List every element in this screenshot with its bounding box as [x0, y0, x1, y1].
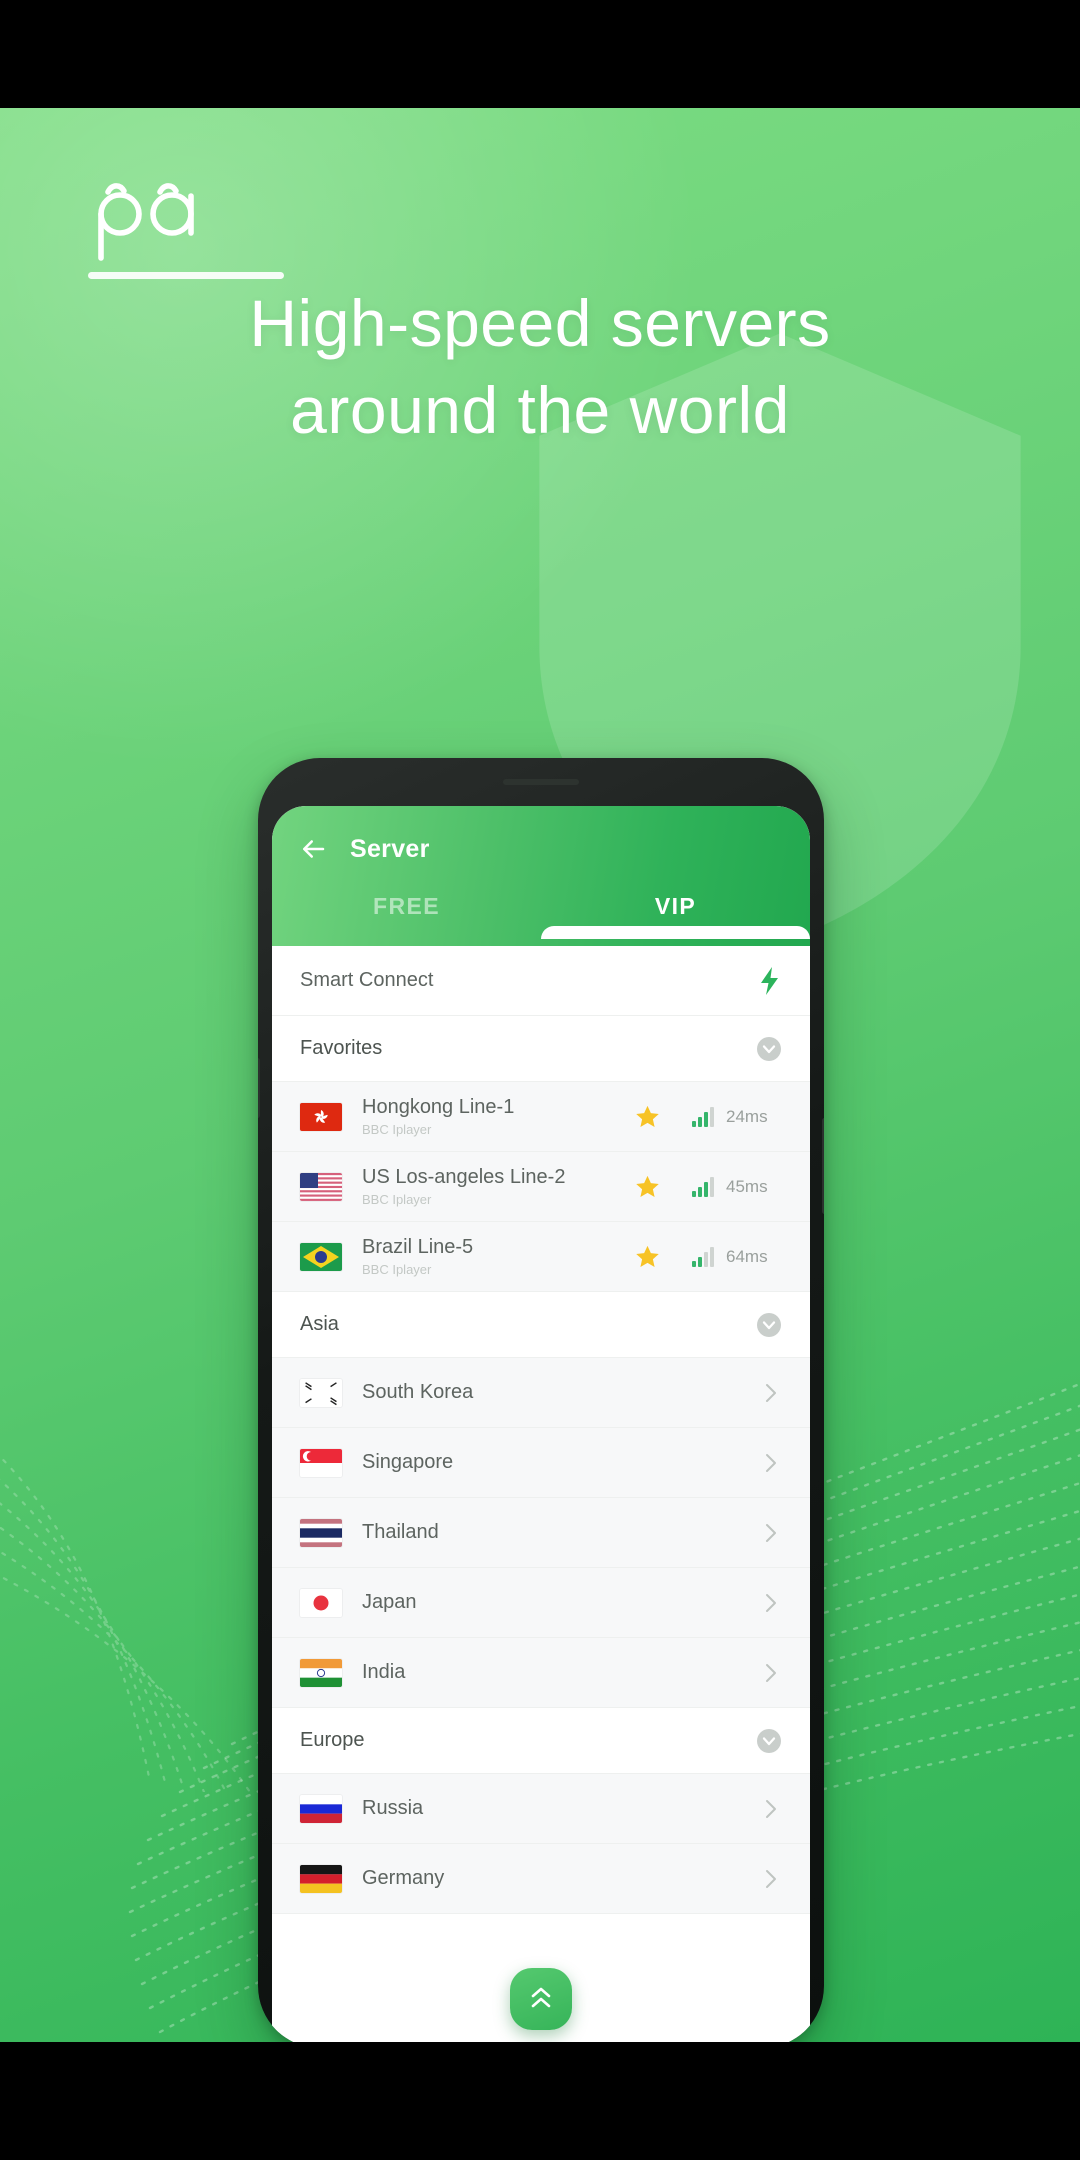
star-filled-icon[interactable] [634, 1173, 661, 1200]
us-flag [300, 1172, 342, 1201]
chevron-down-circle-icon[interactable] [756, 1036, 782, 1062]
singapore-flag [300, 1448, 342, 1477]
app-header: Server FREE VIP [272, 806, 810, 946]
tab-vip-label: VIP [654, 893, 697, 919]
country-name: Japan [362, 1591, 417, 1613]
page-title: High-speed servers around the world [0, 280, 1080, 454]
section-header-asia[interactable]: Asia [272, 1292, 810, 1358]
chevron-right-icon [766, 1383, 776, 1402]
star-filled-icon[interactable] [634, 1243, 661, 1270]
country-name: Thailand [362, 1521, 439, 1543]
chevron-down-circle-icon[interactable] [756, 1312, 782, 1338]
double-chevron-up-icon [531, 1987, 551, 2008]
russia-flag [300, 1794, 342, 1823]
server-text-block: Hongkong Line-1 BBC Iplayer [362, 1096, 634, 1137]
signal-bars-icon [692, 1176, 714, 1197]
tab-free-label: FREE [373, 893, 440, 919]
server-subtitle: BBC Iplayer [362, 1122, 432, 1137]
server-text-block: US Los-angeles Line-2 BBC Iplayer [362, 1166, 634, 1207]
brazil-flag [300, 1242, 342, 1271]
chevron-right-icon [766, 1869, 776, 1888]
country-name: India [362, 1661, 406, 1683]
section-header-europe[interactable]: Europe [272, 1708, 810, 1774]
list-item[interactable]: Germany [272, 1844, 810, 1914]
section-title-favorites: Favorites [300, 1037, 383, 1059]
promo-poster-background: High-speed servers around the world Serv… [0, 108, 1080, 2042]
list-item[interactable]: Russia [272, 1774, 810, 1844]
star-filled-icon[interactable] [634, 1103, 661, 1130]
table-row[interactable]: Hongkong Line-1 BBC Iplayer 24ms [272, 1082, 810, 1152]
country-name: Russia [362, 1797, 424, 1819]
lightning-bolt-icon [761, 966, 778, 995]
chevron-down-circle-icon[interactable] [756, 1728, 782, 1754]
chevron-right-icon [766, 1663, 776, 1682]
country-name: Germany [362, 1867, 445, 1889]
chevron-right-icon [766, 1799, 776, 1818]
country-name: South Korea [362, 1381, 474, 1403]
table-row[interactable]: Brazil Line-5 BBC Iplayer 64ms [272, 1222, 810, 1292]
server-name: Hongkong Line-1 [362, 1096, 515, 1118]
signal-bars-icon [692, 1106, 714, 1127]
app-screen: Server FREE VIP Smart Connect Favorites … [272, 806, 810, 2042]
server-ping: 24ms [726, 1106, 768, 1126]
phone-power-button [822, 1118, 824, 1214]
arrow-left-icon[interactable] [298, 834, 328, 864]
server-subtitle: BBC Iplayer [362, 1262, 432, 1277]
hongkong-flag [300, 1102, 342, 1131]
letterbox-top [0, 0, 1080, 108]
thailand-flag [300, 1518, 342, 1547]
server-name: Brazil Line-5 [362, 1236, 474, 1258]
server-name: US Los-angeles Line-2 [362, 1166, 566, 1188]
country-name: Singapore [362, 1451, 454, 1473]
tab-active-indicator [541, 926, 810, 939]
phone-volume-button [258, 1058, 260, 1118]
list-item[interactable]: India [272, 1638, 810, 1708]
smart-connect-label: Smart Connect [300, 969, 434, 991]
server-subtitle: BBC Iplayer [362, 1192, 432, 1207]
list-item[interactable]: Singapore [272, 1428, 810, 1498]
chevron-right-icon [766, 1453, 776, 1472]
section-title-europe: Europe [300, 1729, 365, 1751]
app-bar: Server [272, 806, 810, 882]
app-title: Server [350, 834, 430, 863]
section-header-favorites[interactable]: Favorites [272, 1016, 810, 1082]
chevron-right-icon [766, 1523, 776, 1542]
panda-wordmark-logo-icon [98, 183, 194, 261]
table-row[interactable]: US Los-angeles Line-2 BBC Iplayer 45ms [272, 1152, 810, 1222]
tab-bar: FREE VIP [272, 882, 810, 939]
chevron-right-icon [766, 1593, 776, 1612]
japan-flag [300, 1588, 342, 1617]
phone-device-mockup: Server FREE VIP Smart Connect Favorites … [258, 758, 824, 2042]
server-text-block: Brazil Line-5 BBC Iplayer [362, 1236, 634, 1277]
section-title-asia: Asia [300, 1313, 339, 1335]
server-ping: 45ms [726, 1176, 768, 1196]
headline-line-1: High-speed servers [249, 286, 831, 360]
list-item[interactable]: Japan [272, 1568, 810, 1638]
scroll-to-top-button[interactable] [510, 1968, 572, 2030]
screenshot-canvas: High-speed servers around the world Serv… [0, 0, 1080, 2160]
letterbox-bottom [0, 2042, 1080, 2160]
india-flag [300, 1658, 342, 1687]
list-item[interactable]: Thailand [272, 1498, 810, 1568]
server-list[interactable]: Smart Connect Favorites Hongkong Line-1 … [272, 946, 810, 2042]
south-korea-flag [300, 1378, 342, 1407]
germany-flag [300, 1864, 342, 1893]
phone-earpiece-speaker [503, 779, 579, 785]
tab-vip[interactable]: VIP [541, 882, 810, 939]
server-ping: 64ms [726, 1246, 768, 1266]
tab-free[interactable]: FREE [272, 882, 541, 938]
brand-logo [88, 170, 348, 279]
row-smart-connect[interactable]: Smart Connect [272, 946, 810, 1016]
brand-underline [88, 272, 284, 279]
list-item[interactable]: South Korea [272, 1358, 810, 1428]
headline-line-2: around the world [290, 373, 790, 448]
signal-bars-icon [692, 1246, 714, 1267]
